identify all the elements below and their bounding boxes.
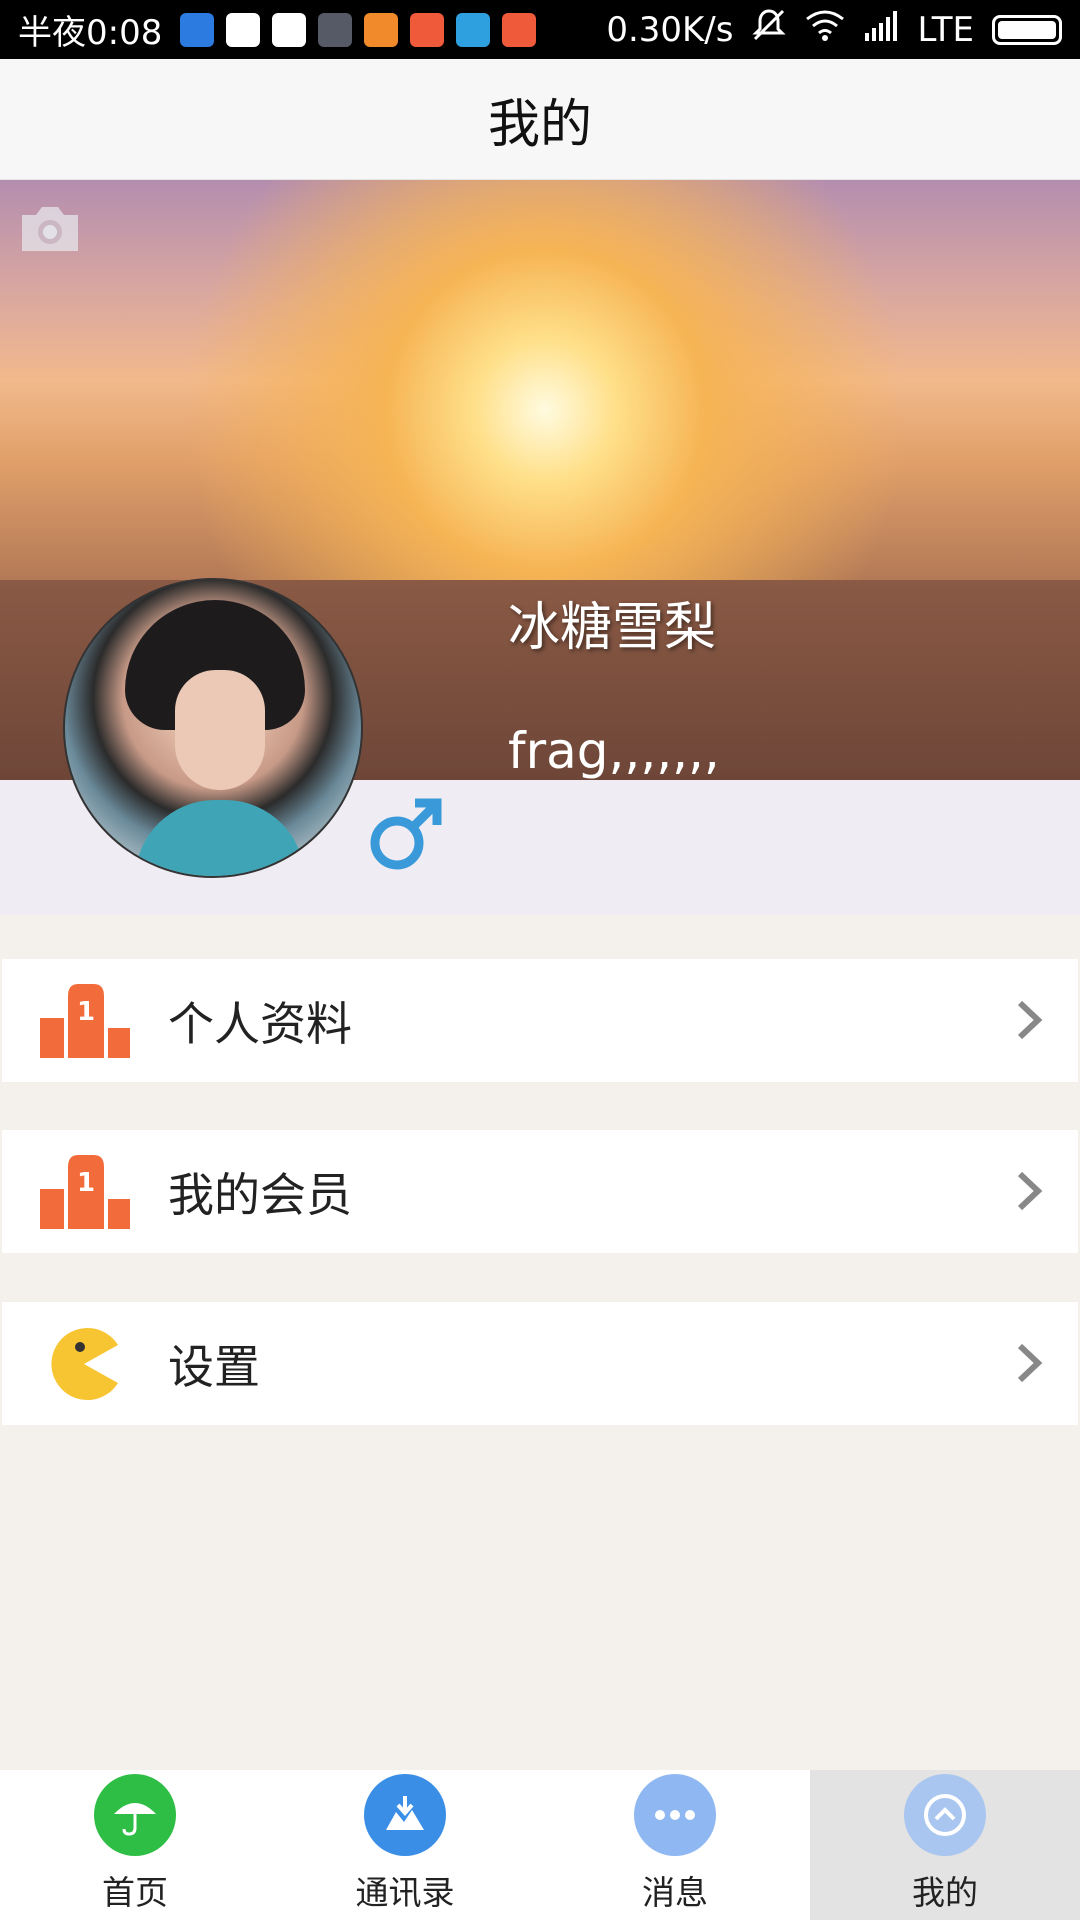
- username: 冰糖雪梨: [508, 598, 717, 658]
- nav-item-contacts[interactable]: 通讯录: [270, 1770, 540, 1920]
- avatar-face: [175, 670, 265, 790]
- network-type: LTE: [917, 9, 974, 50]
- profile-banner[interactable]: [0, 180, 1080, 580]
- nav-label-home: 首页: [102, 1873, 168, 1912]
- page-title: 我的: [487, 94, 592, 155]
- nav-item-messages[interactable]: 消息: [540, 1770, 810, 1920]
- menu-label-membership: 我的会员: [168, 1167, 352, 1222]
- shield-icon: [180, 12, 215, 47]
- podium-icon: 1: [40, 1155, 130, 1229]
- baidu-cloud-icon: [226, 12, 261, 47]
- menu-item-profile[interactable]: 1 个人资料: [2, 959, 1078, 1082]
- nav-item-home[interactable]: 首页: [0, 1770, 270, 1920]
- avatar[interactable]: [63, 578, 363, 878]
- menu-label-settings: 设置: [168, 1339, 260, 1394]
- sogou-icon: [410, 12, 445, 47]
- menu-item-settings[interactable]: 设置: [2, 1302, 1078, 1425]
- network-speed: 0.30K/s: [606, 9, 734, 50]
- upload-icon: [456, 12, 491, 47]
- notification-icons: [180, 12, 537, 47]
- battery-icon: [992, 14, 1062, 45]
- pacman-icon: [40, 1327, 130, 1401]
- umbrella-icon: [94, 1774, 176, 1856]
- wifi-icon: [805, 9, 845, 50]
- nav-item-mine[interactable]: 我的: [810, 1770, 1080, 1920]
- shop-icon: [364, 12, 399, 47]
- bottom-nav: 首页 通讯录 消息 我的: [0, 1770, 1080, 1920]
- podium-icon: 1: [40, 984, 130, 1058]
- signature: frag,,,,,,,: [508, 722, 720, 780]
- nav-label-contacts: 通讯录: [355, 1873, 455, 1912]
- status-time: 半夜0:08: [18, 13, 163, 53]
- nav-label-messages: 消息: [642, 1873, 708, 1912]
- camera-icon[interactable]: [18, 203, 82, 253]
- male-icon: [365, 795, 445, 875]
- svg-text:1: 1: [77, 997, 95, 1027]
- menu-label-profile: 个人资料: [168, 996, 352, 1051]
- chevron-up-icon: [904, 1774, 986, 1856]
- status-bar: 半夜0:08 0.30K/s LTE: [0, 0, 1080, 59]
- nav-label-mine: 我的: [912, 1873, 978, 1912]
- chevron-right-icon: [1014, 1168, 1044, 1214]
- sogou-icon-2: [502, 12, 537, 47]
- signal-icon: [863, 10, 899, 50]
- avatar-shirt: [135, 800, 305, 876]
- svg-text:1: 1: [77, 1168, 95, 1198]
- status-right: 0.30K/s LTE: [606, 0, 1062, 59]
- dots-icon: [634, 1774, 716, 1856]
- cut-icon: [318, 12, 353, 47]
- title-bar: 我的: [0, 59, 1080, 180]
- qq-icon: [272, 12, 307, 47]
- chevron-right-icon: [1014, 1340, 1044, 1386]
- chevron-right-icon: [1014, 997, 1044, 1043]
- menu-item-membership[interactable]: 1 我的会员: [2, 1130, 1078, 1253]
- download-icon: [364, 1774, 446, 1856]
- mute-icon: [751, 7, 787, 52]
